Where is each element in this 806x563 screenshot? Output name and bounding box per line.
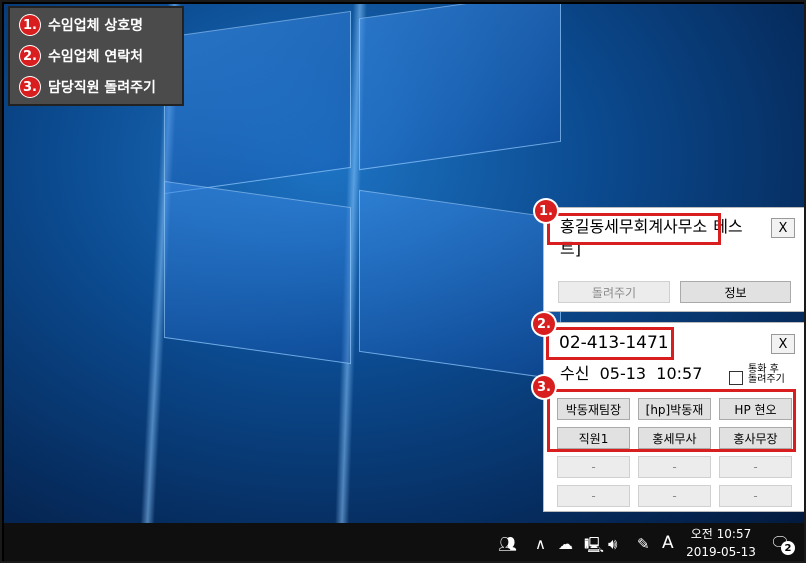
- clock-time: 오전 10:57: [690, 527, 752, 541]
- empty-staff-button[interactable]: -: [719, 456, 792, 478]
- notification-center-button[interactable]: 🗨︎ 2: [770, 533, 798, 557]
- notification-count-badge: 2: [781, 541, 795, 555]
- empty-staff-button[interactable]: -: [638, 456, 711, 478]
- close-button[interactable]: X: [771, 334, 795, 354]
- empty-staff-button[interactable]: -: [719, 485, 792, 507]
- legend-item-2: 2. 수임업체 연락처: [20, 45, 143, 67]
- legend-number-badge: 3.: [20, 77, 40, 97]
- chevron-up-icon[interactable]: ∧: [535, 535, 546, 553]
- phone-number: 02-413-1471: [559, 333, 669, 353]
- legend-number-badge: 2.: [20, 46, 40, 66]
- empty-staff-button[interactable]: -: [557, 456, 630, 478]
- cloud-icon[interactable]: ☁: [558, 535, 573, 553]
- taskbar: 👥︎ ∧ ☁ 🖳︎ 🔊︎ ✎ A 오전 10:57 2019-05-13 🗨︎ …: [4, 523, 804, 561]
- legend-item-1: 1. 수임업체 상호명: [20, 14, 143, 36]
- legend-item-3: 3. 담당직원 돌려주기: [20, 76, 156, 98]
- empty-staff-button[interactable]: -: [638, 485, 711, 507]
- forward-after-call-checkbox[interactable]: [729, 371, 743, 385]
- annotation-legend: 1. 수임업체 상호명 2. 수임업체 연락처 3. 담당직원 돌려주기: [8, 6, 184, 106]
- highlight-box-company: [547, 213, 721, 245]
- checkbox-label: 통화 후 돌려주기: [748, 365, 785, 385]
- empty-staff-button[interactable]: -: [557, 485, 630, 507]
- input-method-indicator[interactable]: A: [662, 533, 674, 553]
- highlight-box-staff: [547, 389, 796, 452]
- annotation-badge-1: 1.: [535, 200, 557, 222]
- screen-frame: 1. 수임업체 상호명 2. 수임업체 연락처 3. 담당직원 돌려주기 홍길동…: [0, 0, 806, 563]
- wallpaper-window-pane: [359, 4, 561, 171]
- wallpaper-window-pane: [359, 189, 561, 381]
- clock[interactable]: 오전 10:57 2019-05-13: [686, 525, 756, 561]
- network-icon[interactable]: 🖳︎: [584, 535, 604, 560]
- volume-icon[interactable]: 🔊︎: [608, 535, 617, 553]
- wallpaper-window-pane: [164, 180, 351, 365]
- close-button[interactable]: X: [771, 218, 795, 238]
- checkbox-label-line2: 돌려주기: [748, 374, 785, 385]
- clock-date: 2019-05-13: [686, 545, 756, 559]
- info-button[interactable]: 정보: [680, 281, 791, 303]
- legend-label: 담당직원 돌려주기: [48, 80, 156, 96]
- pen-icon[interactable]: ✎: [637, 535, 650, 553]
- annotation-badge-3: 3.: [533, 376, 555, 398]
- annotation-badge-2: 2.: [533, 313, 555, 335]
- received-time: 수신 05-13 10:57: [560, 364, 703, 383]
- wallpaper-window-pane: [164, 10, 351, 195]
- legend-label: 수임업체 상호명: [48, 18, 144, 34]
- legend-number-badge: 1.: [20, 15, 40, 35]
- legend-label: 수임업체 연락처: [48, 49, 144, 65]
- people-icon[interactable]: 👥︎: [498, 535, 517, 553]
- forward-button[interactable]: 돌려주기: [558, 281, 670, 303]
